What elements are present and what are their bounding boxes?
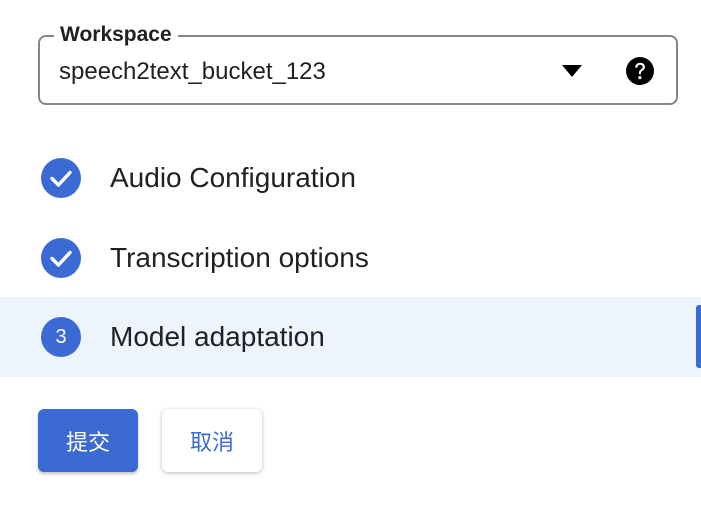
check-icon xyxy=(41,238,81,278)
cancel-button[interactable]: 取消 xyxy=(162,409,262,472)
step-transcription-options[interactable]: Transcription options xyxy=(0,218,701,298)
step-label: Transcription options xyxy=(110,242,369,273)
workspace-value: speech2text_bucket_123 xyxy=(59,58,326,85)
submit-button[interactable]: 提交 xyxy=(38,409,138,472)
step-model-adaptation[interactable]: 3 Model adaptation xyxy=(0,297,701,377)
step-label: Audio Configuration xyxy=(110,162,356,193)
check-icon xyxy=(41,158,81,198)
active-step-indicator xyxy=(696,305,701,368)
step-number: 3 xyxy=(55,326,67,348)
step-label: Model adaptation xyxy=(110,321,325,352)
workspace-select[interactable]: Workspace speech2text_bucket_123 xyxy=(38,22,678,105)
help-circle-icon[interactable] xyxy=(625,56,655,86)
step-number-badge: 3 xyxy=(41,317,81,357)
caret-down-icon[interactable] xyxy=(561,63,583,79)
stepper-panel: Workspace speech2text_bucket_123 Audio C… xyxy=(0,0,701,526)
step-audio-configuration[interactable]: Audio Configuration xyxy=(0,138,701,218)
workspace-label: Workspace xyxy=(54,22,178,48)
